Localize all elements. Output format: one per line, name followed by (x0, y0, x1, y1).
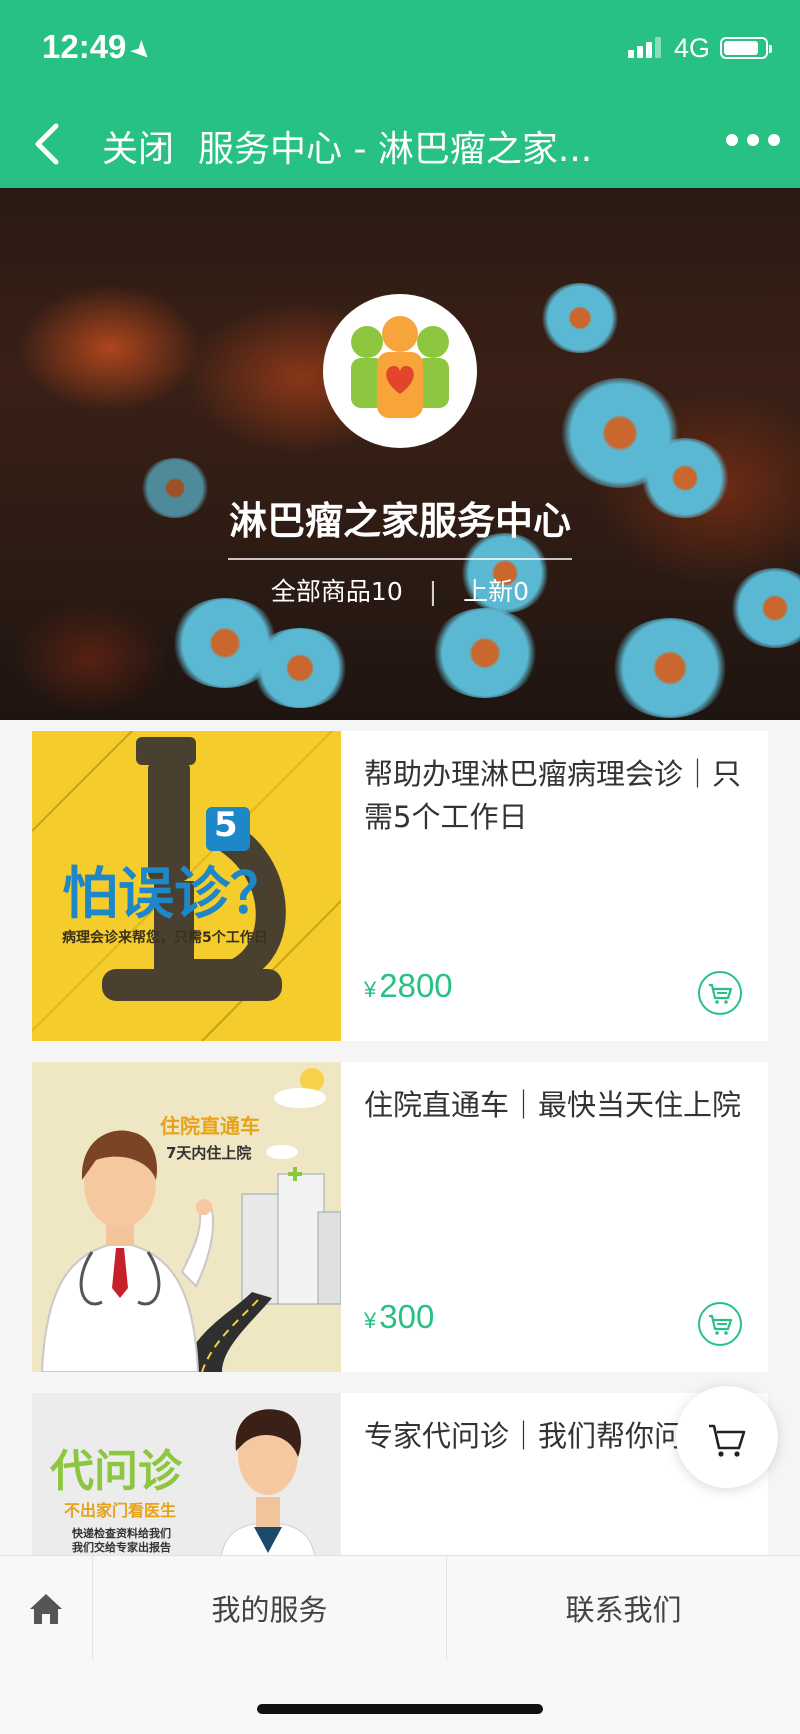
image-headline: 怕误诊？ (62, 862, 286, 927)
shop-logo (323, 294, 477, 448)
battery-icon (720, 37, 772, 59)
signal-icon (628, 36, 661, 58)
tab-my-services[interactable]: 我的服务 (93, 1556, 447, 1660)
shop-stats: 全部商品10 | 上新0 (270, 577, 530, 606)
currency-symbol: ¥ (364, 977, 377, 1002)
back-chevron-icon[interactable] (30, 120, 70, 168)
product-price: ¥2800 (364, 967, 453, 1005)
bottom-tab-bar: 我的服务 联系我们 (0, 1555, 800, 1734)
product-title[interactable]: 住院直通车｜最快当天住上院 (364, 1084, 744, 1127)
time-text: 12:49 (42, 28, 127, 65)
floating-cart-button[interactable] (676, 1386, 778, 1488)
image-headline: 代问诊 (50, 1446, 182, 1497)
status-time: 12:49➤ (42, 28, 157, 66)
home-tab[interactable] (0, 1556, 93, 1660)
product-title[interactable]: 帮助办理淋巴瘤病理会诊｜只需5个工作日 (364, 753, 744, 839)
nav-bar: 关闭 服务中心 - 淋巴瘤之家... (0, 98, 800, 188)
product-card[interactable]: 住院直通车 7天内住上院 住院直通车｜最快当天住上院 ¥300 (32, 1062, 768, 1372)
badge-number: 5 (214, 805, 238, 845)
image-subtitle: 病理会诊来帮您，只需5个工作日 (62, 930, 268, 946)
cart-icon (709, 983, 733, 1004)
product-image: 5 怕误诊？ 病理会诊来帮您，只需5个工作日 (32, 731, 341, 1041)
image-line: 我们交给专家出报告 (72, 1541, 171, 1554)
divider (228, 558, 572, 560)
more-icon[interactable] (726, 134, 780, 146)
all-products-count[interactable]: 全部商品10 (271, 577, 403, 606)
add-to-cart-button[interactable] (698, 971, 742, 1015)
product-price: ¥300 (364, 1298, 434, 1336)
add-to-cart-button[interactable] (698, 1302, 742, 1346)
price-value: 300 (379, 1298, 435, 1335)
price-value: 2800 (379, 967, 453, 1004)
network-type: 4G (674, 33, 711, 63)
page-title: 服务中心 - 淋巴瘤之家... (198, 129, 593, 170)
home-icon (30, 1594, 62, 1624)
home-indicator (257, 1704, 543, 1714)
close-button[interactable]: 关闭 (102, 120, 174, 172)
product-card[interactable]: 5 怕误诊？ 病理会诊来帮您，只需5个工作日 帮助办理淋巴瘤病理会诊｜只需5个工… (32, 731, 768, 1041)
shop-banner: 淋巴瘤之家服务中心 全部商品10 | 上新0 (0, 188, 800, 720)
currency-symbol: ¥ (364, 1308, 377, 1333)
shop-name: 淋巴瘤之家服务中心 (228, 499, 571, 543)
cart-icon (709, 1314, 733, 1335)
new-items-count[interactable]: 上新0 (463, 577, 529, 606)
image-subtitle: 7天内住上院 (166, 1144, 252, 1162)
product-image: 住院直通车 7天内住上院 (32, 1062, 341, 1372)
location-arrow-icon: ➤ (126, 35, 158, 67)
tab-contact-us[interactable]: 联系我们 (447, 1556, 800, 1660)
image-subtitle: 不出家门看医生 (64, 1501, 177, 1520)
cart-icon (709, 1424, 746, 1457)
image-headline: 住院直通车 (160, 1114, 260, 1138)
status-bar: 12:49➤ 4G (0, 0, 800, 98)
